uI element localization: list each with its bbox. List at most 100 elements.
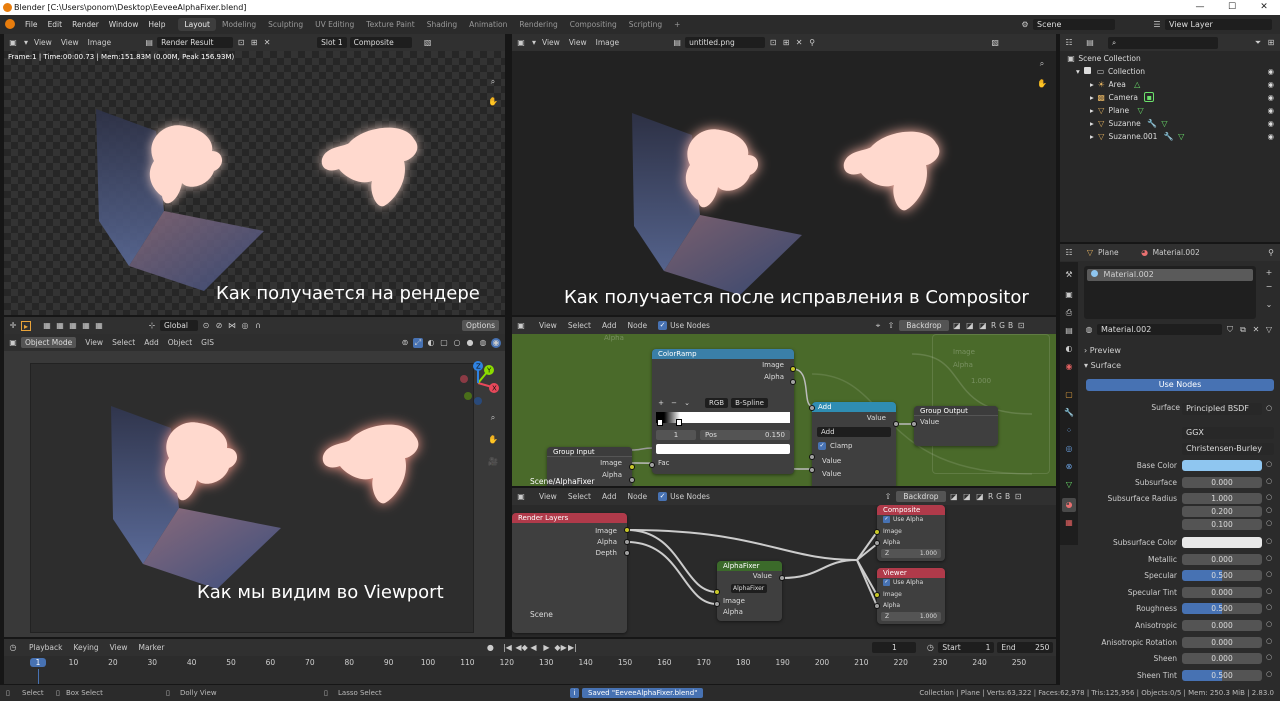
snap-icon[interactable]: ⊘ [214, 321, 224, 331]
colorramp-remove-button[interactable]: − [669, 399, 679, 407]
alphafixer-alpha-socket[interactable] [714, 601, 720, 607]
menu-gis[interactable]: GIS [201, 338, 214, 347]
bsdf-value-field[interactable]: 0.000 [1182, 477, 1262, 488]
select-mode-subtract-icon[interactable]: ▦ [68, 321, 78, 331]
group-input-image-socket[interactable] [629, 464, 635, 470]
backdrop-button[interactable]: Backdrop [895, 491, 946, 502]
menu-object[interactable]: Object [168, 338, 192, 347]
channel-alpha-icon[interactable]: ◪ [975, 492, 985, 502]
menu-help[interactable]: Help [143, 20, 170, 29]
display-channels-icon[interactable]: ▧ [423, 38, 433, 48]
item-visibility-icon[interactable]: ◉ [1267, 117, 1274, 130]
channel-b[interactable]: B [1008, 321, 1013, 330]
cursor-tool-icon[interactable]: ✛ [8, 321, 18, 331]
slot-dropdown[interactable]: Slot 1 [317, 37, 347, 48]
collection-checkbox[interactable] [1084, 67, 1092, 74]
distribution-dropdown[interactable]: GGX [1182, 427, 1274, 439]
bsdf-value-field[interactable]: 0.000 [1182, 637, 1262, 648]
composite-image-socket[interactable] [874, 529, 880, 535]
select-tool-icon[interactable]: ▸ [21, 320, 31, 331]
bsdf-value-field[interactable]: 0.000 [1182, 653, 1262, 664]
fake-user-icon[interactable]: ⛉ [1225, 325, 1235, 335]
timeline-ruler[interactable]: 1 10 20 30 40 50 60 70 80 90 100 110 120 130 140 150 160… [4, 656, 1056, 684]
colorramp-index-field[interactable]: 1 [656, 430, 696, 440]
overlay-icon[interactable]: ◐ [426, 338, 436, 348]
filter-icon[interactable]: ⏷ [1253, 38, 1263, 48]
start-frame-field[interactable]: Start 1 [938, 642, 995, 653]
select-mode-new-icon[interactable]: ▦ [42, 321, 52, 331]
view-mode-icon[interactable]: ▾ [21, 38, 31, 48]
channel-rgba-icon[interactable]: ◪ [949, 492, 959, 502]
close-image-icon[interactable]: ✕ [794, 38, 804, 48]
menu-view-mode[interactable]: View [34, 38, 52, 47]
unlink-material-icon[interactable]: ✕ [1251, 325, 1261, 335]
group-output-socket[interactable] [911, 421, 917, 427]
menu-image[interactable]: Image [88, 38, 112, 47]
orientation-dropdown[interactable]: Global [160, 320, 198, 331]
expand-icon[interactable]: ▾ [1076, 67, 1080, 76]
outliner-collection[interactable]: ▾ ▭ Collection ◉ [1060, 65, 1280, 78]
preview-panel[interactable]: › Preview [1084, 344, 1274, 357]
tab-uv-editing[interactable]: UV Editing [309, 18, 360, 31]
viewer-node[interactable]: Viewer ✓ Use Alpha Image Alpha Z 1.000 [877, 568, 945, 624]
subsurface-method-dropdown[interactable]: Christensen-Burley [1182, 443, 1274, 455]
add-operation-dropdown[interactable]: Add [817, 427, 891, 437]
channel-r[interactable]: R [988, 492, 993, 501]
colorramp-stop-0[interactable] [657, 419, 663, 426]
mode-dropdown[interactable]: Object Mode [21, 337, 77, 348]
world-tab-icon[interactable]: ◉ [1064, 362, 1074, 372]
menu-view[interactable]: View [539, 321, 557, 330]
bsdf-socket-icon[interactable]: ○ [1266, 620, 1272, 628]
pass-dropdown[interactable]: Composite [349, 37, 412, 48]
item-visibility-icon[interactable]: ◉ [1267, 104, 1274, 117]
render-tab-icon[interactable]: ▣ [1064, 290, 1074, 300]
menu-select[interactable]: Select [568, 321, 591, 330]
backdrop-fit-icon[interactable]: ⊡ [1016, 321, 1026, 331]
menu-select[interactable]: Select [112, 338, 135, 347]
colorramp-color-swatch[interactable] [656, 444, 790, 454]
jump-end-icon[interactable]: ▶| [567, 643, 577, 653]
menu-add[interactable]: Add [602, 321, 617, 330]
menu-image[interactable]: Image [596, 38, 620, 47]
use-nodes-button[interactable]: Use Nodes [1086, 379, 1274, 391]
viewer-use-alpha-checkbox[interactable]: ✓ [883, 579, 890, 586]
bsdf-color-field[interactable] [1182, 537, 1262, 548]
expand-icon[interactable]: ▸ [1090, 80, 1094, 89]
current-frame-field[interactable]: 1 [872, 642, 917, 653]
editor-type-icon[interactable]: ☷ [1064, 38, 1074, 48]
add-output-socket[interactable] [893, 421, 899, 427]
viewer-image-socket[interactable] [874, 592, 880, 598]
shading-material-icon[interactable]: ◍ [478, 338, 488, 348]
material-slot-item[interactable]: Material.002 [1087, 269, 1253, 281]
fake-user-icon[interactable]: ⊡ [768, 38, 778, 48]
channel-rgb-icon[interactable]: ◪ [965, 321, 975, 331]
render-layers-node[interactable]: Render Layers Image Alpha Depth Scene [512, 513, 627, 633]
expand-icon[interactable]: ▸ [1090, 132, 1094, 141]
bsdf-value-field[interactable]: 0.100 [1182, 519, 1262, 530]
parent-node-icon[interactable]: ⇧ [883, 492, 893, 502]
fixed-canvas[interactable]: ⌕ ✋ Как получается после исправления в C… [512, 51, 1056, 315]
play-reverse-icon[interactable]: ◀ [528, 643, 538, 653]
backdrop-button[interactable]: Backdrop [898, 320, 949, 331]
colorramp-stop-1[interactable] [676, 419, 682, 426]
colorramp-pos-field[interactable]: Pos 0.150 [700, 430, 790, 440]
pivot-icon[interactable]: ⊙ [201, 321, 211, 331]
alphafixer-group-field[interactable]: AlphaFixer [731, 584, 767, 593]
playhead[interactable]: 1 [30, 658, 46, 667]
use-nodes-checkbox[interactable]: ✓ [658, 321, 668, 330]
tab-animation[interactable]: Animation [463, 18, 513, 31]
object-tab-icon[interactable]: ▢ [1064, 390, 1074, 400]
menu-view[interactable]: View [569, 38, 587, 47]
editor-type-icon[interactable]: ◷ [8, 643, 18, 653]
falloff-icon[interactable]: ∩ [253, 321, 263, 331]
tab-sculpting[interactable]: Sculpting [262, 18, 309, 31]
menu-render[interactable]: Render [67, 20, 104, 29]
select-mode-intersect-icon[interactable]: ▦ [94, 321, 104, 331]
colorramp-mode-dropdown[interactable]: RGB [705, 398, 729, 408]
menu-view[interactable]: View [539, 492, 557, 501]
bsdf-socket-icon[interactable]: ○ [1266, 570, 1272, 578]
display-mode-icon[interactable]: ▤ [1085, 38, 1095, 48]
item-visibility-icon[interactable]: ◉ [1267, 78, 1274, 91]
viewport-camera-frame[interactable]: Как мы видим во Viewport [30, 363, 474, 633]
editor-type-icon[interactable]: ▣ [8, 338, 18, 348]
